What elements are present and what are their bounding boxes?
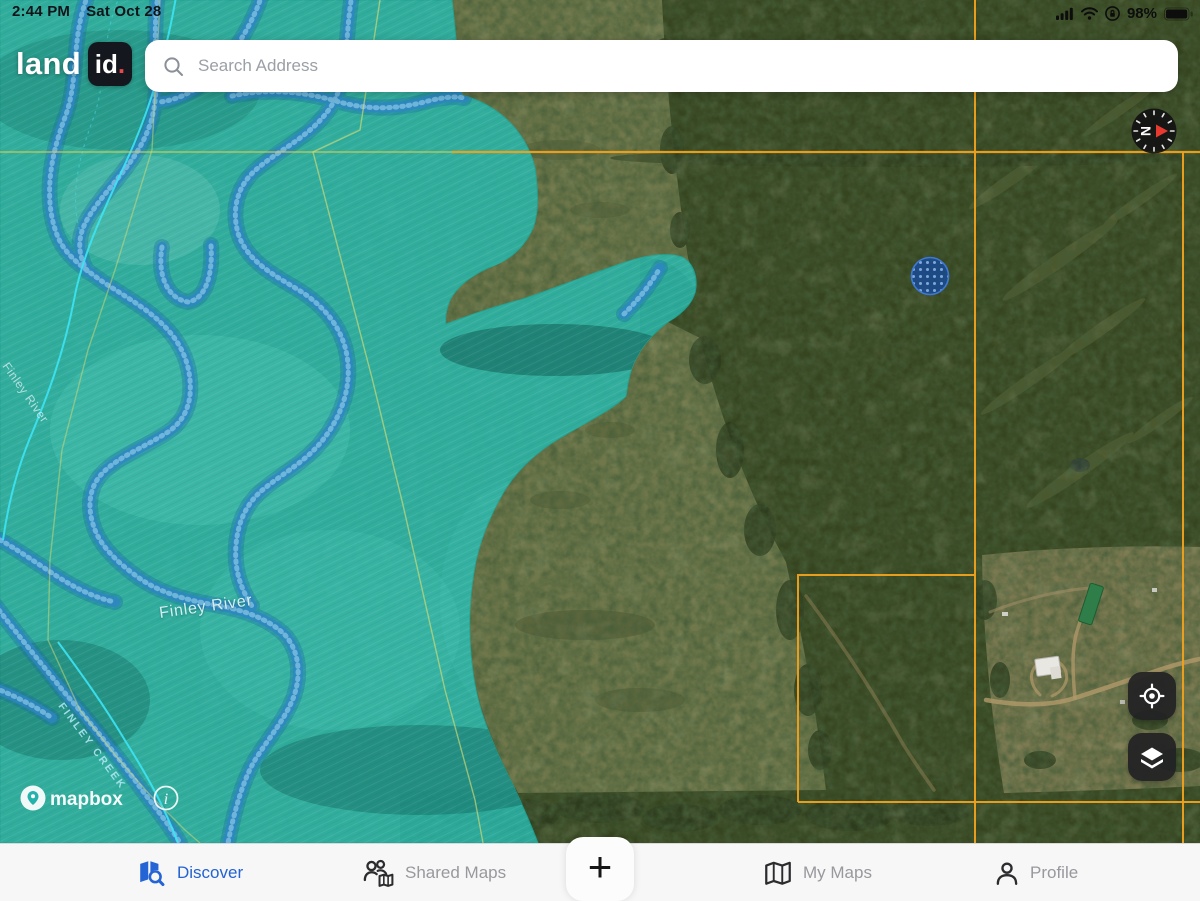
status-bar-right: 98% xyxy=(1056,5,1194,22)
plus-icon: + xyxy=(588,846,613,888)
search-bar xyxy=(145,40,1178,92)
rotation-lock-icon xyxy=(1105,6,1120,21)
info-button[interactable]: i xyxy=(152,784,180,812)
battery-icon xyxy=(1164,7,1194,21)
app-screen: Finley River Finley River FINLEY CREEK 2… xyxy=(0,0,1200,901)
search-input[interactable] xyxy=(196,55,1178,77)
locate-button[interactable] xyxy=(1128,672,1176,720)
tab-my-maps[interactable]: My Maps xyxy=(762,844,872,901)
logo-word: land xyxy=(16,46,81,82)
tab-profile[interactable]: Profile xyxy=(993,844,1078,901)
tab-discover[interactable]: Discover xyxy=(136,844,243,901)
compass-button[interactable]: N xyxy=(1130,107,1178,155)
status-date: Sat Oct 28 xyxy=(86,3,161,20)
tab-label: Profile xyxy=(1030,863,1078,883)
compass-north-label: N xyxy=(1138,126,1154,136)
flood-zone-marker[interactable] xyxy=(912,258,949,295)
tab-label: My Maps xyxy=(803,863,872,883)
add-map-button[interactable]: + xyxy=(566,837,634,901)
logo-badge: id. xyxy=(88,42,132,86)
tab-label: Shared Maps xyxy=(405,863,506,883)
status-bar-left: 2:44 PM Sat Oct 28 xyxy=(12,3,161,20)
map-attribution: mapbox i xyxy=(18,783,180,813)
map-canvas[interactable]: Finley River Finley River FINLEY CREEK xyxy=(0,0,1200,843)
mapbox-wordmark: mapbox xyxy=(50,789,123,810)
tab-label: Discover xyxy=(177,863,243,883)
profile-icon xyxy=(993,859,1021,887)
my-maps-icon xyxy=(762,858,794,888)
land-id-logo: land id. xyxy=(16,42,132,86)
shared-maps-icon xyxy=(362,858,396,888)
cellular-icon xyxy=(1056,7,1074,20)
wifi-icon xyxy=(1081,7,1098,20)
layers-icon xyxy=(1138,743,1166,771)
search-icon xyxy=(163,56,184,77)
info-glyph: i xyxy=(164,791,168,808)
layers-button[interactable] xyxy=(1128,733,1176,781)
tab-shared-maps[interactable]: Shared Maps xyxy=(362,844,506,901)
locate-icon xyxy=(1139,683,1165,709)
status-time: 2:44 PM xyxy=(12,3,70,20)
mapbox-logo[interactable]: mapbox xyxy=(18,783,146,813)
battery-percent: 98% xyxy=(1127,5,1157,22)
discover-map-search-icon xyxy=(136,858,168,888)
